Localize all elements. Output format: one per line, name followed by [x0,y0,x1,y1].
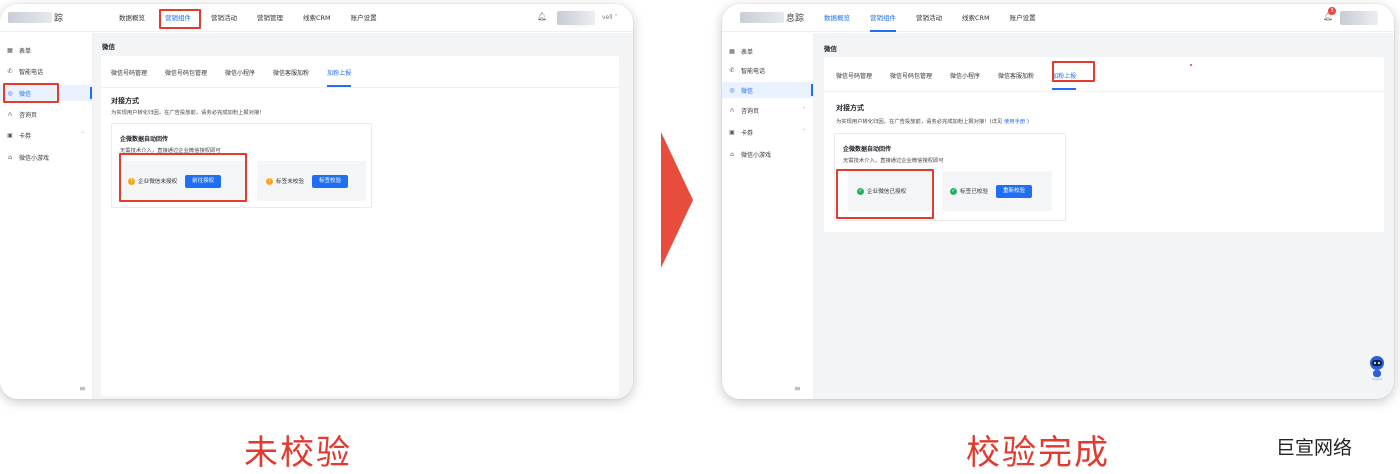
tabs-divider [101,87,619,88]
sidebar-item-form[interactable]: ▦ 表单 [0,42,92,58]
sidebar-item-minigame[interactable]: ⌂ 微信小游戏 [0,149,92,165]
section-title: 对接方式 [836,104,864,112]
collapse-sidebar-icon[interactable]: ≡ [794,384,801,393]
highlight-auth-status [836,169,934,219]
sidebar-item-phone[interactable]: ✆ 智能电话 [722,62,813,78]
section-description: 为实现用户转化归因，在广告投放前，请务必完成加粉上报对接！ [111,110,265,116]
tag-status-chip: ! 标签未校验 标签校验 [257,161,366,201]
highlight-sidebar-wechat [3,83,59,103]
page-title: 微信 [824,45,837,53]
top-navigation-bar: 息踪 数据概览 营销组件 营销活动 线索CRM 账户设置 🔔︎ 3 [722,4,1394,32]
nav-tab-account[interactable]: 账户设置 [351,4,377,32]
app-logo: 息踪 [740,10,804,24]
bell-icon[interactable]: 🔔︎ [537,12,547,22]
coupon-icon: ▣ [729,128,735,136]
highlight-nav-components [159,9,201,29]
main-content: 微信 微信号码管理 微信号码包管理 微信小程序 微信客服加粉 加粉上报 对接方式… [93,33,633,399]
headset-icon: ∩ [729,106,735,114]
coupon-icon: ▣ [7,131,13,139]
check-circle-icon: ✓ [950,187,957,195]
grid-icon: ▦ [729,47,735,55]
chevron-down-icon: ˅ [802,107,806,113]
before-screenshot-panel: 踪 数据概览 营销组件 营销活动 营销管理 线索CRM 账户设置 🔔︎ vell… [0,4,633,399]
tabs-divider [824,91,1384,92]
phone-icon: ✆ [7,67,13,75]
box-title: 企微数据自动回传 [843,146,892,153]
box-description: 无需技术介入，直接通过企业微信授权即可 [843,158,944,164]
gamepad-icon: ⌂ [8,153,12,161]
sidebar-item-consult[interactable]: ∩ 咨询页 ˅ [722,102,813,118]
nav-tab-crm[interactable]: 线索CRM [303,4,331,32]
app-logo: 踪 [8,10,63,24]
collapse-sidebar-icon[interactable]: ≡ [79,384,86,393]
subtab-number-packages[interactable]: 微信号码包管理 [890,67,932,87]
sidebar-item-wechat[interactable]: ◎ 微信 [722,82,813,98]
sidebar-item-coupon[interactable]: ▣ 卡券 ˅ [722,124,813,140]
avatar[interactable] [557,11,595,25]
box-title: 企微数据自动回传 [120,136,169,143]
subtab-fan-report[interactable]: 加粉上报 [327,64,352,87]
username[interactable]: vell ˅ [602,14,618,21]
top-navigation-bar: 踪 数据概览 营销组件 营销活动 营销管理 线索CRM 账户设置 🔔︎ vell… [0,4,633,32]
section-description: 为实现用户转化归因，在广告投放前，请务必完成加粉上报对接！(详见 使用手册 ) [836,119,1029,125]
sub-tabs: 微信号码管理 微信号码包管理 微信小程序 微信客服加粉 加粉上报 [111,64,369,87]
caption-after: 校验完成 [966,433,1110,473]
red-dot [1190,64,1192,66]
section-title: 对接方式 [111,97,139,105]
sidebar-item-form[interactable]: ▦ 表单 [722,43,813,59]
watermark-text: 巨宣网络 [1276,437,1353,459]
main-nav-tabs: 数据概览 营销组件 营销活动 线索CRM 账户设置 [824,4,1056,32]
caption-before: 未校验 [244,433,352,473]
user-manual-link[interactable]: 使用手册 [1004,119,1025,125]
page-title: 微信 [102,43,115,51]
subtab-number-packages[interactable]: 微信号码包管理 [165,64,207,84]
sidebar-item-consult[interactable]: ∩ 咨询页 [0,106,92,122]
phone-icon: ✆ [729,66,735,74]
headset-icon: ∩ [7,110,13,118]
nav-tab-activities[interactable]: 营销活动 [916,4,942,32]
subtab-wechat-numbers[interactable]: 微信号码管理 [836,67,872,87]
sidebar-item-minigame[interactable]: ⌂ 微信小游戏 [722,146,813,162]
nav-tab-account[interactable]: 账户设置 [1010,4,1036,32]
highlight-auth-status [119,153,247,202]
tag-verify-button[interactable]: 标签校验 [311,174,348,188]
tag-status-chip: ✓ 标签已校验 重新校验 [942,171,1052,211]
subtab-wechat-numbers[interactable]: 微信号码管理 [111,64,147,84]
transition-arrow [661,132,693,268]
subtab-customer-service[interactable]: 微信客服加粉 [273,64,309,84]
wechat-icon: ◎ [729,86,735,94]
chevron-down-icon: ˅ [802,129,806,135]
sidebar-item-phone[interactable]: ✆ 智能电话 [0,63,92,79]
nav-tab-crm[interactable]: 线索CRM [962,4,990,32]
assistant-robot-icon[interactable] [1368,355,1386,381]
content-card: 微信号码管理 微信号码包管理 微信小程序 微信客服加粉 加粉上报 对接方式 为实… [101,56,619,396]
subtab-customer-service[interactable]: 微信客服加粉 [998,67,1034,87]
avatar[interactable] [1340,11,1378,25]
nav-tab-components[interactable]: 营销组件 [870,4,896,32]
notification-badge: 3 [1328,7,1336,15]
nav-tab-activities[interactable]: 营销活动 [211,4,237,32]
nav-tab-overview[interactable]: 数据概览 [119,4,145,32]
nav-tab-management[interactable]: 营销管理 [257,4,283,32]
warning-icon: ! [266,177,273,185]
gamepad-icon: ⌂ [730,150,734,158]
sidebar-item-coupon[interactable]: ▣ 卡券 ˅ [0,127,92,143]
subtab-mini-program[interactable]: 微信小程序 [225,64,255,84]
tag-status-label: 标签已校验 [960,189,988,195]
subtab-mini-program[interactable]: 微信小程序 [950,67,980,87]
bell-icon[interactable]: 🔔︎ 3 [1323,7,1336,22]
sidebar: ▦ 表单 ✆ 智能电话 ◎ 微信 ∩ 咨询页 ˅ ▣ 卡券 ˅ ⌂ 微信小游戏 ≡ [722,33,814,399]
chevron-down-icon: ˅ [81,132,85,138]
re-verify-button[interactable]: 重新校验 [995,184,1032,198]
grid-icon: ▦ [7,46,13,54]
tag-status-label: 标签未校验 [276,179,304,185]
nav-tab-overview[interactable]: 数据概览 [824,4,850,32]
after-screenshot-panel: 息踪 数据概览 营销组件 营销活动 线索CRM 账户设置 🔔︎ 3 ▦ 表单 ✆ 智能… [722,4,1394,399]
highlight-subtab-fan-report [1052,61,1095,82]
